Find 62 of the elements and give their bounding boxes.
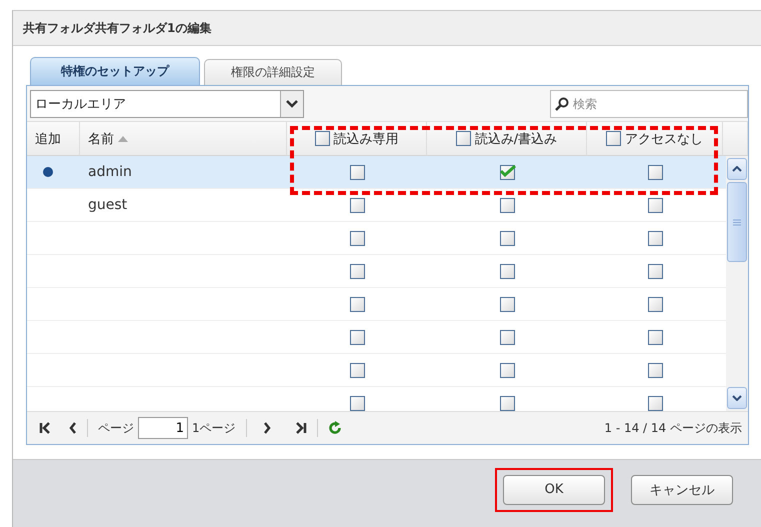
permission-checkbox[interactable] [350,330,364,344]
permission-checkbox[interactable] [648,296,662,312]
tab[interactable]: 特権のセットアップ [30,57,200,85]
permission-checkbox[interactable] [350,362,364,378]
permission-checkbox[interactable] [500,230,514,246]
permission-checkbox[interactable] [648,164,662,180]
permission-checkbox[interactable] [648,330,662,344]
select-all-checkbox[interactable] [456,131,471,146]
grip-icon [733,218,741,226]
permission-checkbox[interactable] [350,164,364,180]
permission-checkbox[interactable] [500,198,514,212]
select-all-checkbox[interactable] [606,131,621,146]
page-label: ページ [98,420,134,436]
permission-checkbox[interactable] [648,264,662,278]
page-summary: 1 - 14 / 14 ページの表示 [604,420,742,436]
user-name: admin [88,164,132,180]
permission-checkbox[interactable] [500,296,514,312]
location-dropdown[interactable]: ローカルエリア [30,90,304,118]
permission-checkbox[interactable] [500,330,514,344]
column-header[interactable]: 名前 [80,122,287,156]
sort-ascending-icon [118,136,128,142]
first-page-button[interactable] [39,422,51,434]
user-name: guest [88,197,128,213]
dialog-button[interactable]: OK [503,474,605,504]
refresh-button[interactable] [328,421,342,435]
next-page-button[interactable] [262,422,271,434]
column-header[interactable]: 読込み専用 [287,122,427,156]
column-label: 読込み専用 [334,130,398,148]
chevron-down-icon [286,100,298,108]
permission-checkbox[interactable] [648,362,662,378]
column-header[interactable]: アクセスなし [587,122,723,156]
column-label: アクセスなし [625,130,703,148]
previous-page-button[interactable] [69,422,77,434]
dialog-title: 共有フォルダ共有フォルダ1の編集 [13,11,761,46]
last-page-button[interactable] [294,422,307,434]
search-field[interactable]: 検索 [550,90,748,118]
permission-checkbox[interactable] [350,296,364,312]
permission-checkbox[interactable] [500,164,514,180]
dialog-button[interactable]: キャンセル [631,474,733,504]
permission-checkbox[interactable] [500,362,514,378]
chevron-up-icon [732,166,742,172]
page-number-field[interactable]: 1 [138,417,188,439]
column-label: 読込み/書込み [474,130,558,148]
scrollbar[interactable] [726,156,748,411]
permission-checkbox[interactable] [350,264,364,278]
column-header: 追加 [27,122,80,156]
select-all-checkbox[interactable] [314,131,330,146]
permission-checkbox[interactable] [648,198,662,212]
permission-checkbox[interactable] [500,396,514,410]
page-total: 1ページ [192,420,236,436]
permission-checkbox[interactable] [648,396,662,410]
chevron-down-icon [732,395,742,401]
search-icon [555,96,569,110]
permission-checkbox[interactable] [350,396,364,410]
permission-checkbox[interactable] [500,264,514,278]
user-row[interactable]: admin [27,156,726,189]
column-label: 名前 [88,130,114,148]
permission-checkbox[interactable] [648,230,662,246]
permission-checkbox[interactable] [350,230,364,246]
tab[interactable]: 権限の詳細設定 [204,59,342,85]
permission-checkbox[interactable] [350,198,364,212]
column-header[interactable]: 読込み/書込み [427,122,587,156]
